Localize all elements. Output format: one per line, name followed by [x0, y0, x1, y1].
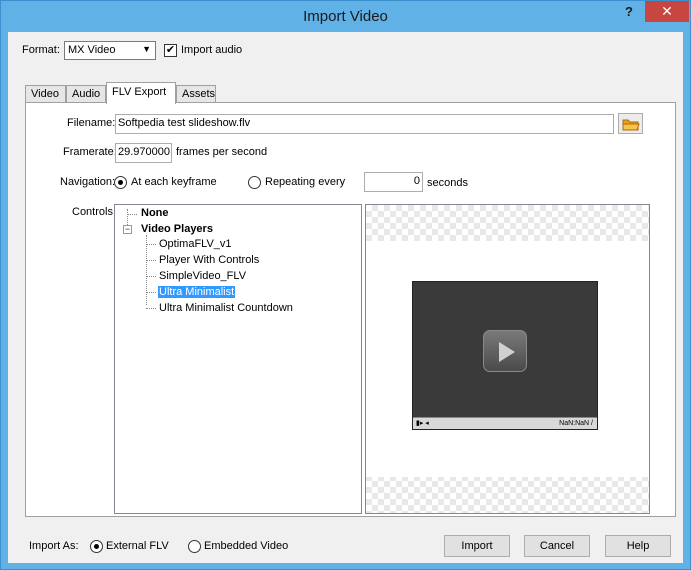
embedded-video-label: Embedded Video [204, 540, 289, 552]
format-selected-value: MX Video [68, 44, 116, 56]
help-button[interactable]: Help [605, 535, 671, 557]
navigation-label: Navigation: [60, 176, 116, 188]
external-flv-label: External FLV [106, 540, 169, 552]
tab-video[interactable]: Video [25, 85, 66, 103]
framerate-label: Framerate: [63, 146, 117, 158]
browse-button[interactable] [618, 113, 643, 134]
dialog-body: Format: MX Video ▼ ✔ Import audio Video … [8, 32, 683, 563]
repeating-every-radio[interactable] [248, 176, 261, 189]
playback-controls-icon: ▮▸ ◂ [416, 420, 429, 427]
import-video-dialog: Import Video ? ✕ Format: MX Video ▼ ✔ Im… [0, 0, 691, 570]
tree-item-player[interactable]: SimpleVideo_FLV [159, 270, 246, 282]
embedded-video-radio[interactable] [188, 540, 201, 553]
tree-item-player-selected[interactable]: Ultra Minimalist [158, 286, 236, 298]
controls-tree[interactable]: None − Video Players OptimaFLV_v1 Player… [114, 204, 362, 514]
controls-preview: ▮▸ ◂ NaN:NaN / [365, 204, 650, 514]
format-select[interactable]: MX Video ▼ [64, 41, 156, 60]
cancel-button[interactable]: Cancel [524, 535, 590, 557]
folder-icon [622, 119, 640, 131]
tree-item-video-players[interactable]: Video Players [141, 223, 213, 235]
framerate-unit: frames per second [176, 146, 268, 158]
repeat-seconds-unit: seconds [427, 177, 468, 189]
filename-label: Filename: [67, 117, 116, 129]
import-as-label: Import As: [29, 540, 79, 552]
at-each-keyframe-label: At each keyframe [131, 176, 217, 188]
tree-item-player[interactable]: Player With Controls [159, 254, 259, 266]
video-player-preview: ▮▸ ◂ NaN:NaN / [412, 281, 598, 430]
framerate-input[interactable]: 29.970000 [115, 143, 172, 163]
close-button[interactable]: ✕ [645, 1, 689, 22]
tab-audio[interactable]: Audio [66, 85, 106, 103]
tree-item-none[interactable]: None [141, 207, 169, 219]
import-audio-checkbox[interactable]: ✔ [164, 44, 177, 57]
player-control-bar: ▮▸ ◂ NaN:NaN / [413, 417, 597, 429]
player-time-readout: NaN:NaN / [559, 420, 593, 427]
flv-export-panel: Filename: Softpedia test slideshow.flv F… [25, 102, 676, 517]
play-icon [483, 330, 527, 372]
import-audio-label: Import audio [181, 44, 243, 56]
chevron-down-icon: ▼ [142, 44, 151, 54]
collapse-icon[interactable]: − [123, 225, 132, 234]
at-each-keyframe-radio[interactable] [114, 176, 127, 189]
help-title-button[interactable]: ? [615, 1, 643, 23]
tree-item-player[interactable]: Ultra Minimalist Countdown [159, 302, 293, 314]
tab-assets[interactable]: Assets [176, 85, 216, 103]
tab-flv-export[interactable]: FLV Export [106, 82, 176, 104]
window-title: Import Video [303, 8, 388, 25]
repeating-every-label: Repeating every [265, 176, 346, 188]
format-label: Format: [22, 44, 60, 56]
external-flv-radio[interactable] [90, 540, 103, 553]
repeat-seconds-input[interactable]: 0 [364, 172, 423, 192]
controls-label: Controls: [72, 206, 117, 218]
title-bar: Import Video ? ✕ [1, 1, 690, 32]
tree-item-player[interactable]: OptimaFLV_v1 [159, 238, 232, 250]
filename-input[interactable]: Softpedia test slideshow.flv [115, 114, 614, 134]
import-button[interactable]: Import [444, 535, 510, 557]
